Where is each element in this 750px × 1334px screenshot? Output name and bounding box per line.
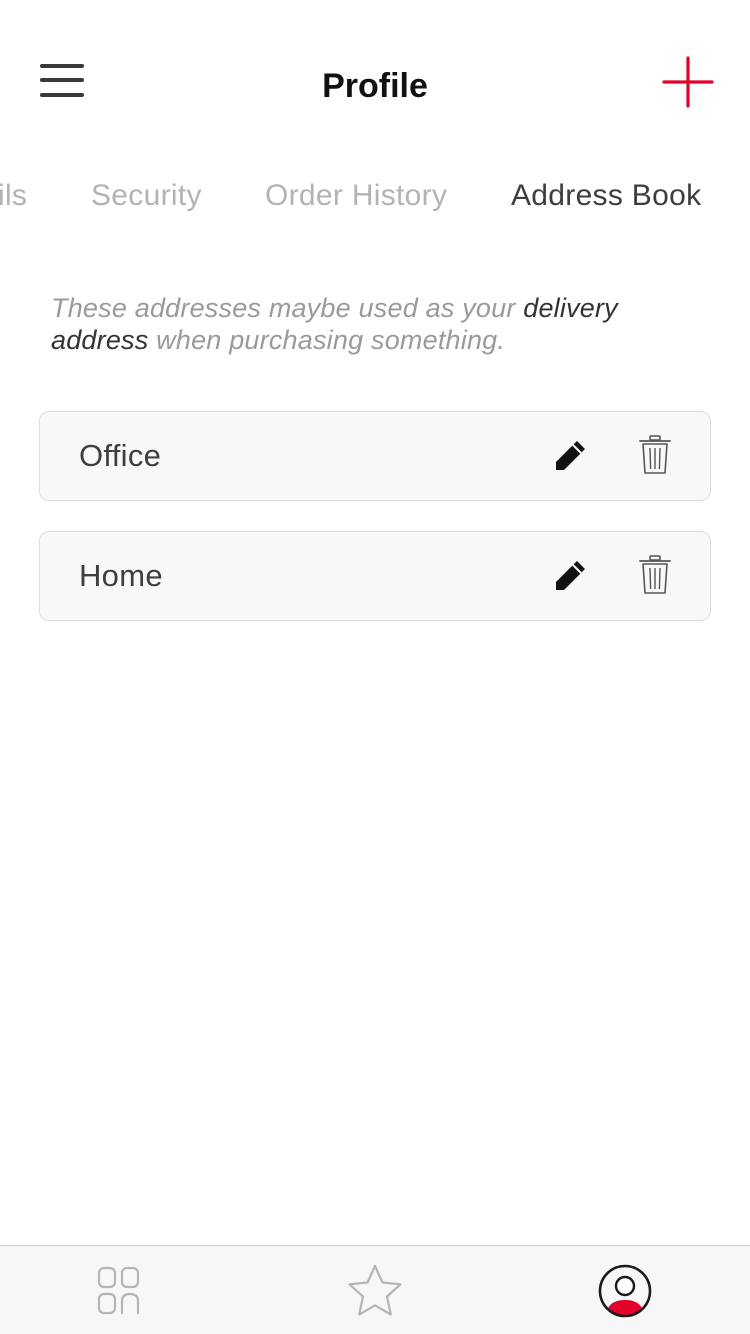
address-book-description: These addresses maybe used as your deliv… [51,292,711,356]
header: Profile [0,0,750,150]
page-title: Profile [322,67,428,105]
pencil-icon[interactable] [552,438,588,474]
grid-icon [97,1266,140,1315]
plus-icon[interactable] [662,56,714,108]
nav-dashboard[interactable] [0,1246,250,1334]
user-profile-icon [598,1264,652,1318]
address-label: Office [79,438,162,473]
tab-bar: ils Security Order History Address Book [0,172,750,222]
nav-profile[interactable] [500,1246,750,1334]
address-item-office[interactable]: Office [39,411,711,501]
address-label: Home [79,558,163,593]
tab-address-book[interactable]: Address Book [511,172,701,220]
star-icon [348,1264,402,1316]
trash-icon[interactable] [638,435,672,475]
tab-order-history[interactable]: Order History [265,172,447,220]
address-item-home[interactable]: Home [39,531,711,621]
trash-icon[interactable] [638,555,672,595]
description-text: These addresses maybe used as your [51,293,524,323]
tab-details[interactable]: ils [0,172,27,220]
pencil-icon[interactable] [552,558,588,594]
tab-security[interactable]: Security [91,172,202,220]
bottom-navigation [0,1245,750,1334]
profile-screen: Profile ils Security Order History Addre… [0,0,750,1334]
nav-favorites[interactable] [250,1246,500,1334]
description-text-end: when purchasing something. [148,325,506,355]
